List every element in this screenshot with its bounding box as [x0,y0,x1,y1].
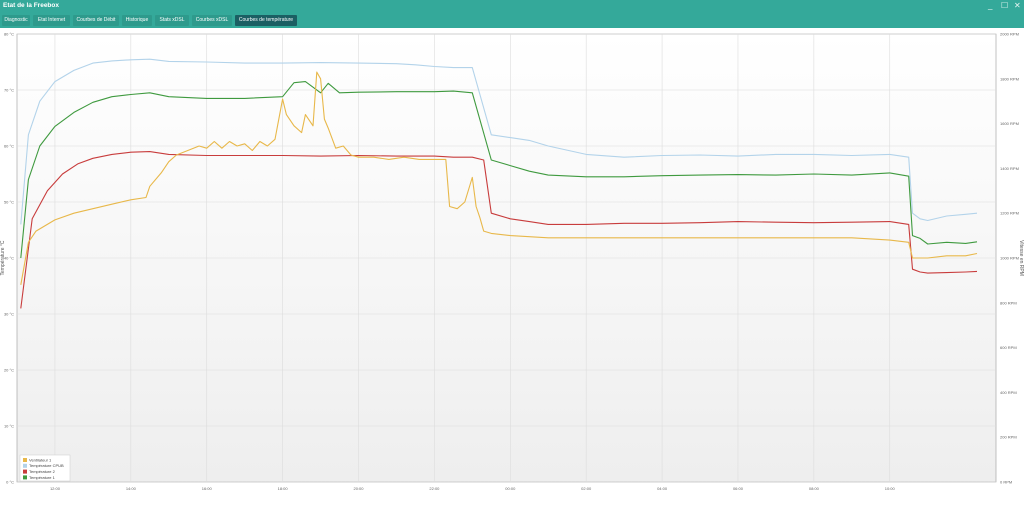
legend: Ventilateur 1Température CPUBTempérature… [19,454,71,482]
legend-label: Ventilateur 1 [29,457,52,462]
temperature-chart: 0 °C10 °C20 °C30 °C40 °C50 °C60 °C70 °C8… [0,32,1024,492]
x-tick-label: 04:00 [657,486,668,491]
maximize-icon[interactable]: ☐ [1001,1,1008,10]
x-tick-label: 18:00 [278,486,289,491]
tab-historique[interactable]: Historique [122,15,152,26]
y-tick-right: 2000 RPM [1000,32,1019,37]
tab-courbes-debit[interactable]: Courbes de Débit [73,15,119,26]
y-tick-right: 1600 RPM [1000,121,1019,126]
x-tick-label: 06:00 [733,486,744,491]
legend-swatch [23,458,27,462]
x-tick-label: 22:00 [429,486,440,491]
y-axis-label-left: Température °C [0,240,6,275]
y-tick-right: 1800 RPM [1000,76,1019,81]
legend-swatch [23,469,27,474]
x-tick-label: 14:00 [126,486,137,491]
legend-label: Température CPUB [29,463,64,468]
x-tick-label: 10:00 [885,486,896,491]
y-tick-right: 1400 RPM [1000,166,1019,171]
x-tick-label: 20:00 [354,486,365,491]
y-tick-left: 50 °C [4,200,14,205]
chart-panel: 0 °C 10 °C 20 °C 30 °C 40 °C 50 °C 60 °C 70 °C 8… [0,28,1024,500]
y-tick-right: 200 RPM [1000,435,1017,440]
x-tick-label: 16:00 [202,486,213,491]
y-tick-left: 10 °C [4,424,14,429]
legend-swatch [23,475,27,480]
x-tick-label: 12:00 [50,486,61,491]
y-axis-label-right: Vitesse en RPM [1018,240,1024,276]
y-tick-right: 1200 RPM [1000,211,1019,216]
tab-courbes-xdsl[interactable]: Courbes xDSL [192,15,232,26]
tab-courbes-temperature[interactable]: Courbes de température [235,15,297,26]
legend-label: Température 2 [29,469,56,474]
tab-etat-internet[interactable]: Etat Internet [33,15,70,26]
legend-label: Température 1 [29,475,56,480]
y-tick-right: 800 RPM [1000,300,1017,305]
x-tick-label: 02:00 [581,486,592,491]
y-tick-left: 30 °C [4,312,14,317]
tab-stats-xdsl[interactable]: Stats xDSL [155,15,189,26]
y-tick-left: 20 °C [4,368,14,373]
y-tick-right: 600 RPM [1000,345,1017,350]
tab-bar: Diagnostic Etat Internet Courbes de Débi… [0,14,1024,28]
y-tick-left: 0 °C [6,480,14,485]
legend-swatch [23,463,27,468]
window-title: Etat de la Freebox [3,2,59,9]
window-titlebar: Etat de la Freebox _ ☐ ✕ [0,0,1024,14]
x-tick-label: 08:00 [809,486,820,491]
minimize-icon[interactable]: _ [988,1,992,10]
y-tick-left: 70 °C [4,88,14,93]
tab-diagnostic[interactable]: Diagnostic [2,15,30,26]
y-tick-right: 400 RPM [1000,390,1017,395]
close-icon[interactable]: ✕ [1014,1,1021,10]
y-tick-left: 60 °C [4,144,14,149]
y-tick-right: 1000 RPM [1000,256,1019,261]
y-tick-right: 0 RPM [1000,480,1012,485]
x-tick-label: 00:00 [505,486,516,491]
y-tick-left: 80 °C [4,32,14,37]
